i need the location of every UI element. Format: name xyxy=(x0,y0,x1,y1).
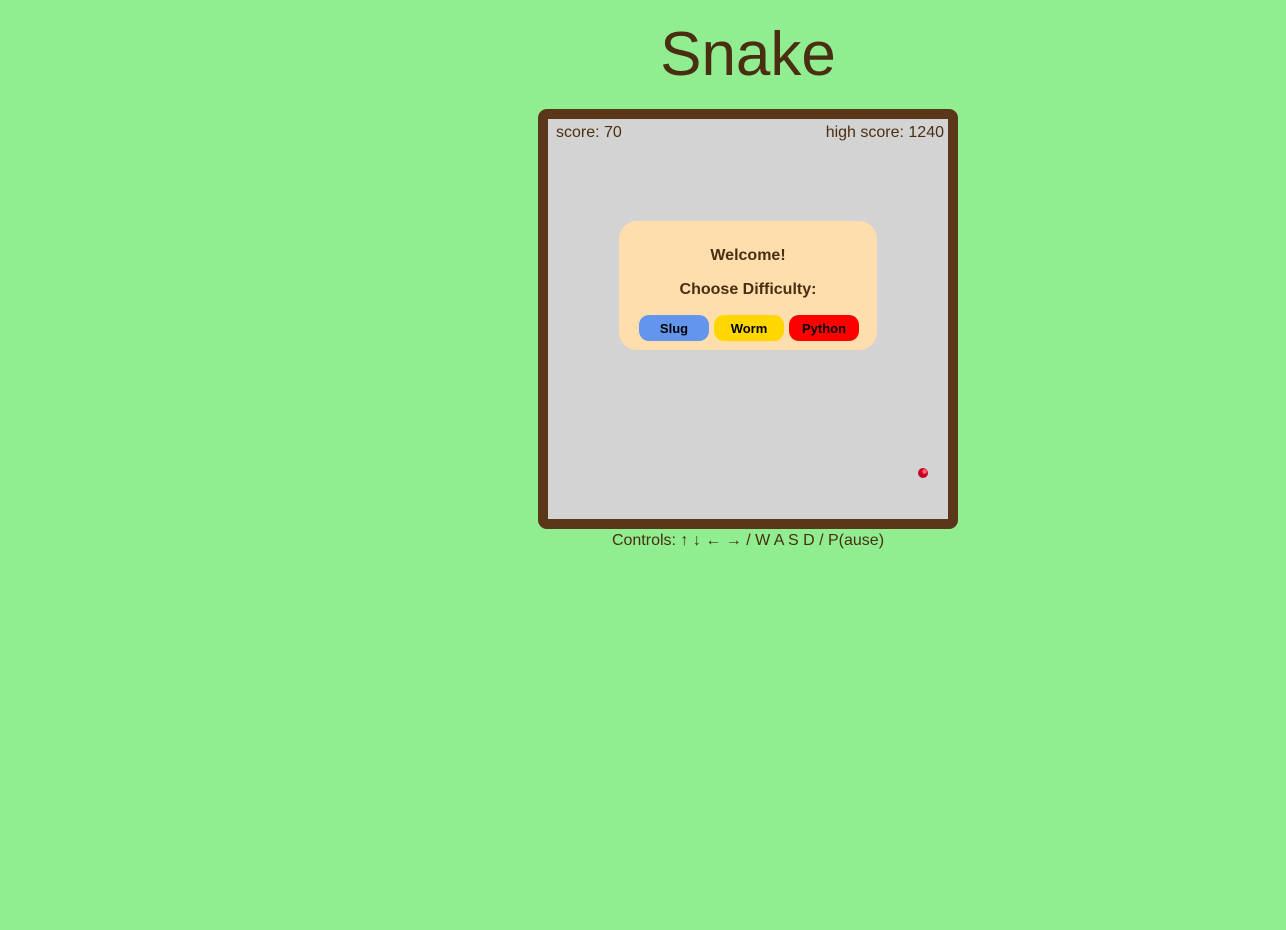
controls-hint: Controls: ↑ ↓ ← → / W A S D / P(ause) xyxy=(611,532,885,549)
score-label: score: 70 xyxy=(556,124,622,141)
high-score-label: high score: 1240 xyxy=(825,124,944,141)
worm-button[interactable]: Worm xyxy=(714,315,784,341)
python-button[interactable]: Python xyxy=(789,315,859,341)
choose-difficulty-label: Choose Difficulty: xyxy=(679,281,817,298)
game-board[interactable]: score: 70 high score: 1240 Welcome! Choo… xyxy=(538,109,958,529)
apple-icon xyxy=(918,468,928,478)
game-title: Snake xyxy=(660,20,836,89)
difficulty-buttons: Slug Worm Python xyxy=(639,315,859,341)
slug-button[interactable]: Slug xyxy=(639,315,709,341)
difficulty-dialog: Welcome! Choose Difficulty: Slug Worm Py… xyxy=(619,221,877,350)
welcome-heading: Welcome! xyxy=(710,247,786,264)
